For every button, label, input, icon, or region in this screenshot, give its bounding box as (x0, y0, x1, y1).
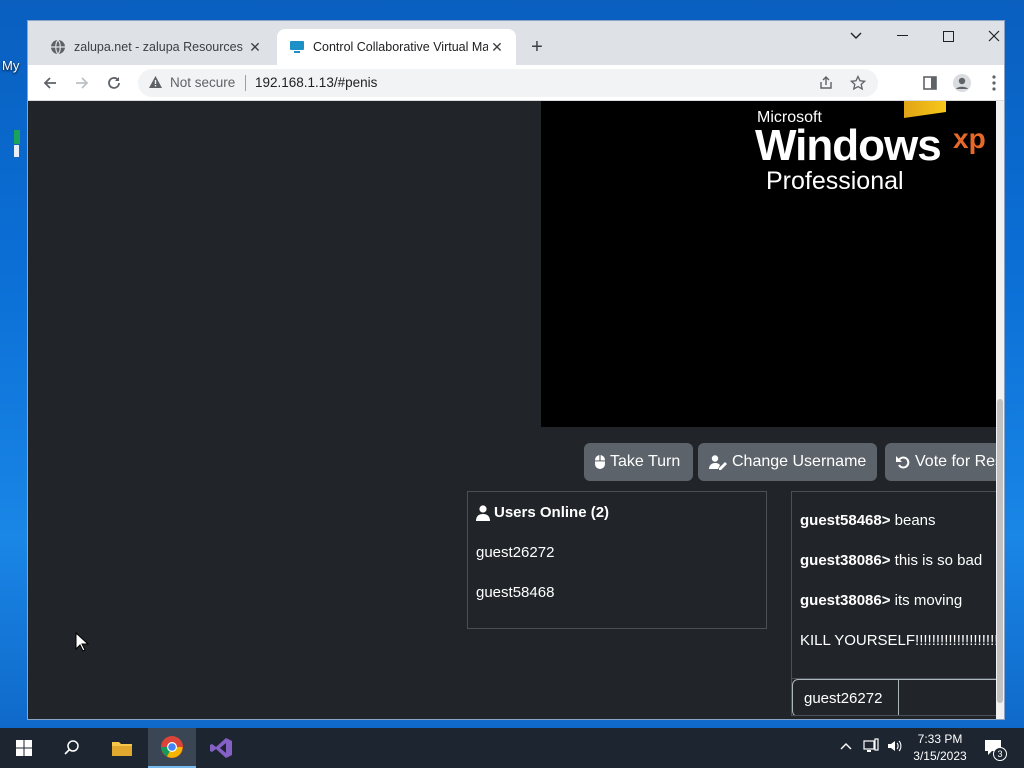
tab-title: Control Collaborative Virtual Ma (313, 40, 488, 54)
menu-dots-icon[interactable] (980, 69, 1004, 97)
vm-brand-suffix: xp (953, 123, 986, 154)
vm-edition: Professional (766, 167, 904, 195)
chat-username: guest58468> (800, 512, 891, 529)
taskbar-clock[interactable]: 7:33 PM 3/15/2023 (908, 731, 972, 765)
profile-avatar-icon[interactable] (948, 69, 976, 97)
mouse-cursor-icon (75, 632, 89, 652)
visual-studio-icon (210, 738, 232, 758)
chat-input-row: guest26272 (792, 678, 998, 715)
tab-zalupa[interactable]: zalupa.net - zalupa Resources ar ✕ (38, 29, 274, 65)
start-button[interactable] (0, 728, 48, 768)
chat-message-input[interactable] (899, 679, 998, 715)
notification-count: 3 (993, 747, 1007, 761)
browser-toolbar: Not secure 192.168.1.13/#penis (28, 65, 1004, 101)
vm-display[interactable]: Microsoft Windows xp Professional (541, 101, 998, 427)
tab-search-icon[interactable] (833, 21, 879, 51)
vote-reset-button[interactable]: Vote for Res (885, 443, 998, 481)
chrome-icon (161, 736, 183, 758)
new-tab-button[interactable]: + (525, 35, 549, 59)
browser-window: zalupa.net - zalupa Resources ar ✕ Contr… (27, 20, 1005, 720)
user-edit-icon (709, 455, 727, 470)
warning-icon[interactable] (148, 75, 163, 89)
back-button[interactable] (36, 69, 64, 97)
chat-username: guest38086> (800, 552, 891, 569)
windows-start-icon (16, 740, 32, 756)
monitor-icon (290, 41, 304, 53)
undo-icon (896, 456, 910, 469)
chat-text: this is so bad (890, 552, 983, 569)
users-online-heading: Users Online (2) (476, 504, 609, 521)
share-icon[interactable] (816, 73, 836, 93)
globe-icon (51, 39, 65, 55)
folder-icon (112, 742, 132, 756)
clock-time: 7:33 PM (917, 732, 963, 746)
chat-message: KILL YOURSELF!!!!!!!!!!!!!!!!!!!!!! (800, 632, 998, 649)
vm-brand-big: Windows (755, 121, 942, 170)
bookmark-star-icon[interactable] (848, 73, 868, 93)
desktop-icon-fragment-2 (14, 145, 19, 157)
maximize-button[interactable] (925, 21, 971, 51)
taskbar-search-button[interactable] (48, 728, 96, 768)
user-list-item[interactable]: guest58468 (476, 584, 554, 601)
address-divider (245, 75, 246, 91)
desktop-icon-label[interactable]: My (2, 58, 19, 73)
tray-chevron-icon[interactable] (840, 738, 852, 753)
user-icon (476, 504, 490, 521)
close-tab-icon[interactable]: ✕ (488, 38, 506, 56)
chat-username: guest38086> (800, 592, 891, 609)
forward-button[interactable] (68, 69, 96, 97)
network-icon[interactable] (862, 738, 880, 757)
reload-button[interactable] (100, 69, 128, 97)
tab-strip: zalupa.net - zalupa Resources ar ✕ Contr… (28, 21, 1004, 65)
users-online-panel: Users Online (2) guest26272 guest58468 (467, 491, 767, 629)
taskbar-visual-studio[interactable] (197, 728, 245, 768)
side-panel-icon[interactable] (916, 69, 944, 97)
volume-icon[interactable] (886, 738, 902, 757)
chat-text: KILL YOURSELF!!!!!!!!!!!!!!!!!!!!!! (800, 632, 998, 649)
clock-date: 3/15/2023 (913, 749, 967, 763)
taskbar: 7:33 PM 3/15/2023 3 (0, 728, 1024, 768)
page-viewport: Microsoft Windows xp Professional Take T… (28, 101, 998, 719)
notifications-button[interactable]: 3 (983, 737, 1007, 762)
minimize-button[interactable] (879, 21, 925, 51)
scrollbar-thumb[interactable] (997, 399, 1003, 703)
chat-panel: guest58468> beans guest38086> this is so… (791, 491, 998, 716)
address-bar[interactable]: Not secure 192.168.1.13/#penis (138, 69, 878, 97)
close-tab-icon[interactable]: ✕ (246, 38, 264, 56)
take-turn-button[interactable]: Take Turn (584, 443, 693, 481)
url-text[interactable]: 192.168.1.13/#penis (255, 75, 377, 90)
windows-flag-logo (904, 101, 946, 118)
taskbar-chrome[interactable] (148, 728, 196, 768)
chat-message: guest38086> its moving (800, 592, 962, 609)
change-username-label: Change Username (732, 453, 867, 470)
mouse-icon (595, 455, 605, 469)
desktop-icon-fragment (14, 130, 20, 144)
vote-reset-label: Vote for Res (915, 453, 998, 470)
chat-username-label[interactable]: guest26272 (792, 679, 899, 715)
tab-title: zalupa.net - zalupa Resources ar (74, 40, 246, 54)
chat-text: its moving (890, 592, 963, 609)
security-status[interactable]: Not secure (170, 75, 235, 90)
taskbar-file-explorer[interactable] (98, 728, 146, 768)
take-turn-label: Take Turn (610, 453, 681, 470)
search-icon (64, 740, 79, 755)
chat-message: guest38086> this is so bad (800, 552, 982, 569)
close-window-button[interactable] (971, 21, 1004, 51)
chat-message: guest58468> beans (800, 512, 936, 529)
change-username-button[interactable]: Change Username (698, 443, 877, 481)
users-online-title: Users Online (2) (494, 504, 610, 521)
user-list-item[interactable]: guest26272 (476, 544, 554, 561)
tab-collabvm[interactable]: Control Collaborative Virtual Ma ✕ (277, 29, 516, 65)
chat-text: beans (890, 512, 936, 529)
